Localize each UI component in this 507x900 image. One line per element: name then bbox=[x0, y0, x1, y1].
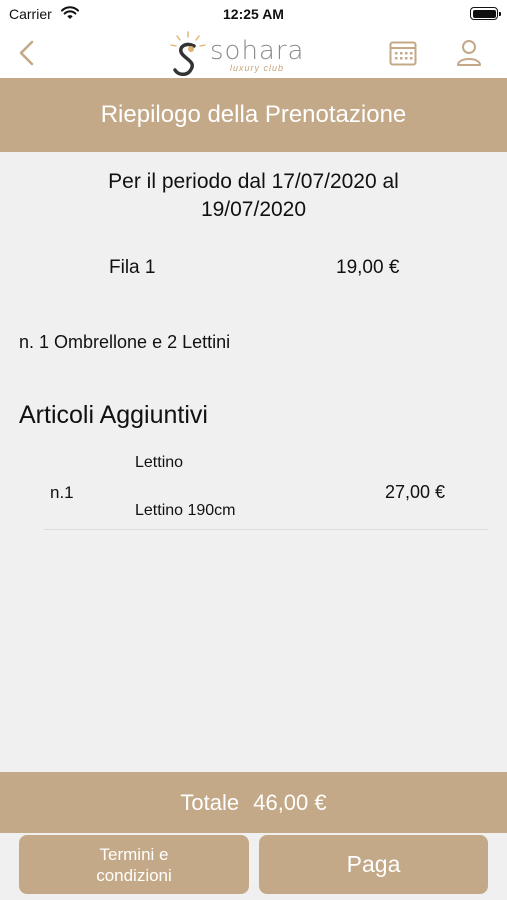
logo-wordmark: sohara bbox=[210, 36, 305, 66]
status-bar: Carrier 12:25 AM bbox=[0, 0, 507, 28]
terms-button-line-1: Termini e bbox=[99, 845, 169, 864]
user-profile-icon[interactable] bbox=[456, 39, 482, 67]
row-price: 19,00 € bbox=[336, 257, 400, 278]
period-line-2: 19/07/2020 bbox=[200, 198, 307, 221]
umbrella-description: n. 1 Ombrellone e 2 Lettini bbox=[19, 332, 231, 352]
row-label: Fila 1 bbox=[109, 257, 156, 278]
booking-period: Per il periodo dal 17/07/2020 al 19/07/2… bbox=[40, 168, 467, 224]
total-bar: Totale 46,00 € bbox=[0, 772, 507, 833]
terms-button-line-2: condizioni bbox=[96, 866, 172, 885]
extra-item-name: Lettino bbox=[135, 454, 184, 471]
total-label: Totale bbox=[180, 790, 240, 815]
status-time: 12:25 AM bbox=[223, 6, 284, 22]
terms-button[interactable]: Termini e condizioni bbox=[19, 835, 249, 894]
total-amount: 46,00 € bbox=[253, 790, 327, 815]
title-bar: Riepilogo della Prenotazione bbox=[0, 78, 507, 152]
extra-item-qty: n.1 bbox=[50, 483, 74, 502]
extra-item-price: 27,00 € bbox=[385, 482, 446, 502]
back-chevron-icon[interactable] bbox=[14, 38, 40, 68]
brand-logo: sohara luxury club bbox=[168, 30, 318, 78]
extra-item-row: n.1 Lettino Lettino 190cm 27,00 € bbox=[44, 446, 488, 530]
battery-icon bbox=[470, 7, 501, 20]
nav-bar: sohara luxury club bbox=[0, 28, 507, 78]
extra-item-detail: Lettino 190cm bbox=[135, 502, 236, 519]
total-summary: Totale 46,00 € bbox=[0, 790, 507, 816]
pay-button[interactable]: Paga bbox=[259, 835, 488, 894]
page-title: Riepilogo della Prenotazione bbox=[100, 101, 407, 128]
period-line-1: Per il periodo dal 17/07/2020 al bbox=[108, 170, 399, 193]
extras-heading: Articoli Aggiuntivi bbox=[19, 401, 208, 429]
sun-logo-icon bbox=[170, 31, 206, 76]
logo-tagline: luxury club bbox=[230, 63, 285, 73]
calendar-icon[interactable] bbox=[389, 40, 417, 66]
